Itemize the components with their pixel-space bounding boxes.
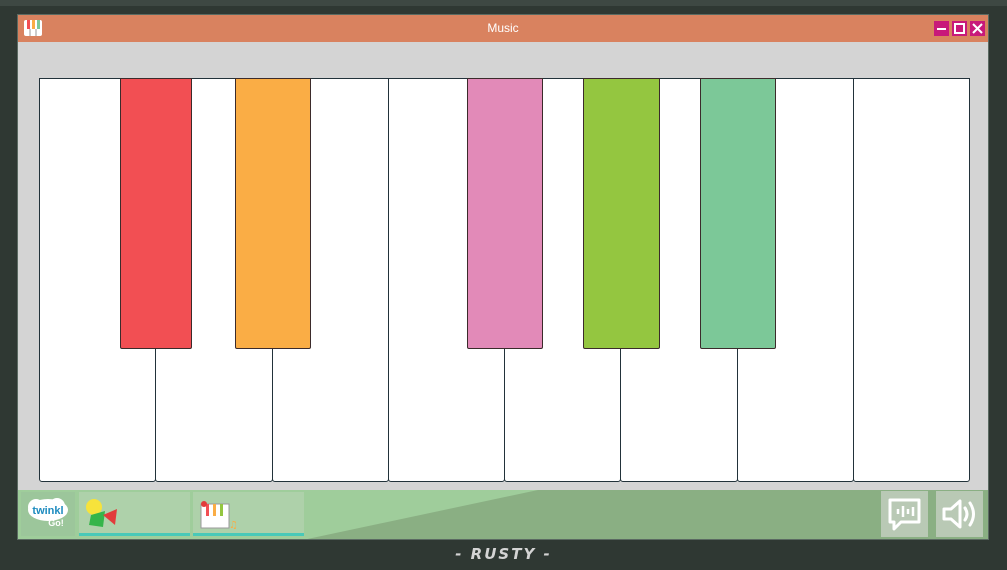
close-icon [972,23,983,34]
maximize-icon [954,23,965,34]
svg-text:♫: ♫ [229,520,238,531]
music-window: Music twinkl Go! ♫ [17,14,989,540]
taskbar: twinkl Go! ♫ [18,490,988,539]
speech-button[interactable] [881,491,928,537]
black-key-2[interactable] [234,78,311,349]
minimize-button[interactable] [934,21,949,36]
black-key-5[interactable] [699,78,776,349]
shapes-app-icon [86,499,117,527]
black-key-1[interactable] [120,78,193,349]
white-key-8[interactable] [852,78,970,482]
window-title: Music [487,21,519,35]
svg-text:twinkl: twinkl [32,505,63,517]
speech-icon [888,498,921,531]
taskbar-item-piano[interactable]: ♫ [193,492,304,536]
twinkl-go-logo: twinkl Go! [28,498,68,528]
black-key-3[interactable] [467,78,543,349]
black-key-4[interactable] [582,78,660,349]
taskbar-item-shapes[interactable] [79,492,190,536]
close-button[interactable] [970,21,985,36]
speaker-icon [942,499,975,529]
svg-text:Go!: Go! [48,518,64,528]
minimize-icon [937,28,946,30]
titlebar[interactable]: Music [18,15,988,42]
device-frame-top [0,0,1007,6]
device-brand: - RUSTY - [455,545,552,563]
maximize-button[interactable] [952,21,967,36]
sound-button[interactable] [936,491,983,537]
piano-app-icon: ♫ [200,501,238,531]
piano-keyboard [39,78,970,482]
twinkl-go-button[interactable]: twinkl Go! [21,492,75,536]
